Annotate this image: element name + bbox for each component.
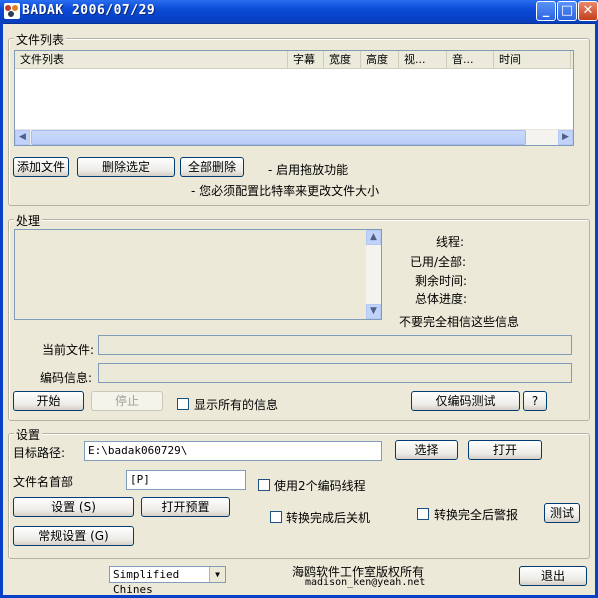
target-path-label: 目标路径: (13, 446, 66, 460)
processing-group-label: 处理 (14, 212, 43, 229)
dual-thread-label: 使用2个编码线程 (274, 479, 366, 493)
column-header-height[interactable]: 高度 (361, 51, 399, 68)
show-all-info-checkbox[interactable] (177, 398, 189, 410)
minimize-button[interactable]: _ (536, 1, 556, 21)
settings-group-label: 设置 (14, 426, 43, 443)
filename-prefix-field[interactable]: [P] (126, 470, 246, 490)
filename-prefix-label: 文件名首部 (13, 475, 74, 489)
drag-drop-label: - 启用拖放功能 (268, 163, 349, 177)
maximize-button[interactable]: □ (557, 1, 577, 21)
chevron-down-icon[interactable]: ▼ (209, 567, 225, 582)
remaining-time-label: 剩余时间: (415, 274, 468, 288)
column-header-file-list[interactable]: 文件列表 (15, 51, 288, 68)
threads-label: 线程: (436, 235, 465, 249)
scroll-left-arrow-icon[interactable]: ◀ (15, 130, 30, 145)
encode-info-field (98, 363, 572, 383)
bitrate-note: - 您必须配置比特率来更改文件大小 (191, 184, 380, 198)
general-settings-button[interactable]: 常规设置 (G) (13, 526, 134, 546)
close-button[interactable]: ✕ (578, 1, 598, 21)
browse-button[interactable]: 选择 (395, 440, 458, 460)
scroll-thumb[interactable] (31, 130, 526, 145)
shutdown-label: 转换完成后关机 (286, 511, 371, 525)
scroll-down-arrow-icon[interactable]: ▼ (366, 304, 381, 319)
current-file-field (98, 335, 572, 355)
column-header-subtitle[interactable]: 字幕 (288, 51, 324, 68)
target-path-field[interactable]: E:\badak060729\ (84, 441, 382, 461)
exit-button[interactable]: 退出 (519, 566, 587, 586)
file-list-header: 文件列表 字幕 宽度 高度 视... 音... 时间 估 (15, 51, 573, 69)
open-preset-button[interactable]: 打开预置 (141, 497, 230, 517)
delete-all-button[interactable]: 全部删除 (180, 157, 244, 177)
alarm-label: 转换完全后警报 (434, 508, 519, 522)
file-list-view[interactable]: 文件列表 字幕 宽度 高度 视... 音... 时间 估 ◀ ▶ (14, 50, 574, 146)
overall-progress-label: 总体进度: (415, 292, 468, 306)
scroll-up-arrow-icon[interactable]: ▲ (366, 230, 381, 245)
disclaimer-text: 不要完全相信这些信息 (399, 315, 520, 329)
start-button[interactable]: 开始 (13, 391, 84, 411)
delete-selected-button[interactable]: 删除选定 (77, 157, 175, 177)
column-header-estimate[interactable]: 估 (571, 51, 573, 68)
window-title: BADAK 2006/07/29 (22, 3, 156, 18)
open-folder-button[interactable]: 打开 (468, 440, 542, 460)
file-list-group-label: 文件列表 (14, 31, 67, 48)
column-header-time[interactable]: 时间 (494, 51, 571, 68)
help-button[interactable]: ? (523, 391, 547, 411)
add-file-button[interactable]: 添加文件 (13, 157, 69, 177)
stop-button[interactable]: 停止 (91, 391, 163, 411)
column-header-audio[interactable]: 音... (447, 51, 494, 68)
log-text-area[interactable]: ▲ ▼ (14, 229, 382, 320)
shutdown-checkbox[interactable] (270, 511, 282, 523)
encode-info-label: 编码信息: (40, 371, 93, 385)
alarm-checkbox[interactable] (417, 508, 429, 520)
app-icon (4, 3, 20, 19)
column-header-width[interactable]: 宽度 (324, 51, 361, 68)
language-select[interactable]: Simplified Chines ▼ (109, 566, 226, 596)
file-list-horizontal-scrollbar[interactable]: ◀ ▶ (15, 129, 573, 145)
settings-button[interactable]: 设置 (S) (13, 497, 134, 517)
encode-test-button[interactable]: 仅编码测试 (411, 391, 520, 411)
dual-thread-checkbox[interactable] (258, 479, 270, 491)
show-all-info-label: 显示所有的信息 (194, 398, 279, 412)
email-text: madison_ken@yeah.net (305, 577, 426, 588)
scroll-right-arrow-icon[interactable]: ▶ (558, 130, 573, 145)
column-header-video[interactable]: 视... (399, 51, 447, 68)
test-alarm-button[interactable]: 测试 (544, 503, 580, 523)
used-total-label: 已用/全部: (410, 255, 467, 269)
log-vertical-scrollbar[interactable]: ▲ ▼ (366, 230, 381, 319)
current-file-label: 当前文件: (42, 343, 95, 357)
title-bar[interactable]: BADAK 2006/07/29 _ □ ✕ (0, 0, 598, 24)
